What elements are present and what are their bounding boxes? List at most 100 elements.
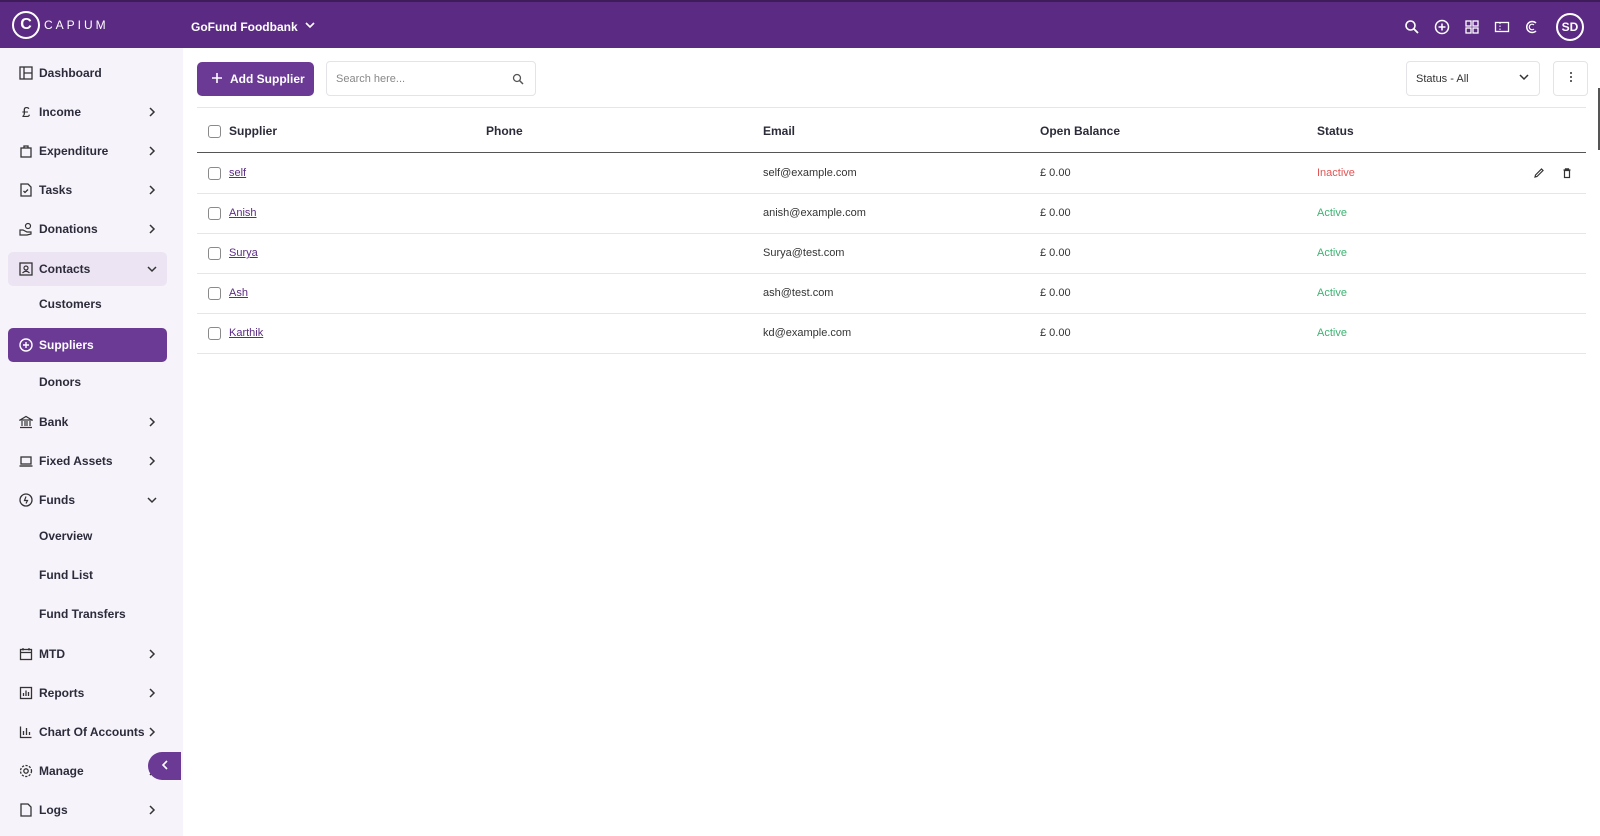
sidebar-item-fixed-assets[interactable]: Fixed Assets bbox=[8, 444, 167, 478]
table-row[interactable]: Surya Surya@test.com £ 0.00 Active bbox=[197, 234, 1586, 274]
organization-switcher[interactable]: GoFund Foodbank bbox=[191, 19, 316, 34]
sidebar-subitem-donors[interactable]: Donors bbox=[39, 375, 81, 389]
edit-pencil-icon[interactable] bbox=[1532, 166, 1546, 180]
reports-icon bbox=[18, 685, 34, 701]
sidebar-subitem-customers[interactable]: Customers bbox=[39, 297, 102, 311]
sidebar-item-income[interactable]: £ Income bbox=[8, 95, 167, 129]
sidebar-item-contacts[interactable]: Contacts bbox=[8, 252, 167, 286]
column-header-phone[interactable]: Phone bbox=[486, 124, 523, 138]
search-icon[interactable] bbox=[1402, 17, 1422, 37]
sidebar-item-tasks[interactable]: Tasks bbox=[8, 173, 167, 207]
plus-icon bbox=[211, 72, 223, 87]
row-checkbox[interactable] bbox=[208, 327, 221, 340]
status-filter-select[interactable]: Status - All bbox=[1406, 61, 1540, 96]
table-header: Supplier Phone Email Open Balance Status bbox=[197, 108, 1586, 153]
add-circle-icon bbox=[18, 337, 34, 353]
status-cell: Active bbox=[1317, 247, 1347, 259]
status-cell: Active bbox=[1317, 287, 1347, 299]
logs-icon bbox=[18, 802, 34, 818]
plus-circle-icon[interactable] bbox=[1432, 17, 1452, 37]
sidebar-item-reports[interactable]: Reports bbox=[8, 676, 167, 710]
chevron-right-icon bbox=[145, 803, 159, 817]
table-row[interactable]: Karthik kd@example.com £ 0.00 Active bbox=[197, 314, 1586, 354]
sidebar-item-label: Income bbox=[39, 105, 82, 119]
search-box bbox=[326, 61, 536, 96]
sidebar-item-expenditure[interactable]: Expenditure bbox=[8, 134, 167, 168]
sidebar-item-label: Funds bbox=[39, 493, 75, 507]
calendar-icon bbox=[18, 646, 34, 662]
sidebar-item-chart-of-accounts[interactable]: Chart Of Accounts bbox=[8, 715, 167, 749]
column-header-supplier[interactable]: Supplier bbox=[229, 124, 277, 138]
supplier-name-link[interactable]: self bbox=[229, 167, 246, 179]
sidebar-item-funds[interactable]: Funds bbox=[8, 483, 167, 517]
table-row[interactable]: self self@example.com £ 0.00 Inactive bbox=[197, 154, 1586, 194]
chevron-right-icon bbox=[145, 183, 159, 197]
sidebar-item-suppliers[interactable]: Suppliers bbox=[8, 328, 167, 362]
chevron-right-icon bbox=[145, 454, 159, 468]
select-all-checkbox[interactable] bbox=[208, 125, 221, 138]
more-options-button[interactable] bbox=[1553, 61, 1588, 96]
column-header-email[interactable]: Email bbox=[763, 124, 795, 138]
row-checkbox[interactable] bbox=[208, 207, 221, 220]
search-icon[interactable] bbox=[511, 72, 525, 86]
sidebar-item-mtd[interactable]: MTD bbox=[8, 637, 167, 671]
sidebar-subitem-overview[interactable]: Overview bbox=[39, 529, 92, 543]
email-cell: anish@example.com bbox=[763, 207, 866, 219]
delete-trash-icon[interactable] bbox=[1560, 166, 1574, 180]
table-row[interactable]: Ash ash@test.com £ 0.00 Active bbox=[197, 274, 1586, 314]
sidebar-item-manage[interactable]: Manage bbox=[8, 754, 167, 788]
chevron-down-icon bbox=[304, 19, 316, 34]
sidebar-subitem-fund-transfers[interactable]: Fund Transfers bbox=[39, 607, 126, 621]
supplier-name-link[interactable]: Surya bbox=[229, 247, 258, 259]
ticket-icon[interactable] bbox=[1492, 17, 1512, 37]
apps-grid-icon[interactable] bbox=[1462, 17, 1482, 37]
chevron-right-icon bbox=[145, 415, 159, 429]
search-input[interactable] bbox=[327, 72, 511, 85]
sidebar-item-logs[interactable]: Logs bbox=[8, 793, 167, 827]
sidebar-item-label: Chart Of Accounts bbox=[39, 725, 145, 739]
sidebar-subitem-fund-list[interactable]: Fund List bbox=[39, 568, 93, 582]
row-checkbox[interactable] bbox=[208, 287, 221, 300]
chart-icon bbox=[18, 724, 34, 740]
user-avatar[interactable]: SD bbox=[1556, 13, 1584, 41]
balance-cell: £ 0.00 bbox=[1040, 287, 1071, 299]
sidebar-item-label: Logs bbox=[39, 803, 68, 817]
capium-c-icon[interactable] bbox=[1522, 17, 1542, 37]
supplier-name-link[interactable]: Anish bbox=[229, 207, 257, 219]
column-header-status[interactable]: Status bbox=[1317, 124, 1354, 138]
top-bar: C CAPIUM GoFund Foodbank SD bbox=[0, 0, 1600, 48]
status-filter-value: Status - All bbox=[1416, 72, 1469, 85]
column-header-open-balance[interactable]: Open Balance bbox=[1040, 124, 1120, 138]
row-checkbox[interactable] bbox=[208, 247, 221, 260]
chevron-right-icon bbox=[145, 725, 159, 739]
collapse-sidebar-button[interactable] bbox=[148, 752, 181, 780]
sidebar-item-label: Reports bbox=[39, 686, 85, 700]
capium-logo[interactable]: C CAPIUM bbox=[12, 11, 109, 39]
sidebar-item-bank[interactable]: Bank bbox=[8, 405, 167, 439]
logo-text: CAPIUM bbox=[44, 18, 109, 32]
sidebar-item-donations[interactable]: Donations bbox=[8, 212, 167, 246]
organization-name: GoFund Foodbank bbox=[191, 19, 298, 34]
row-checkbox[interactable] bbox=[208, 167, 221, 180]
balance-cell: £ 0.00 bbox=[1040, 247, 1071, 259]
supplier-name-link[interactable]: Ash bbox=[229, 287, 248, 299]
sidebar-item-label: Bank bbox=[39, 415, 69, 429]
sidebar-item-label: MTD bbox=[39, 647, 65, 661]
email-cell: self@example.com bbox=[763, 167, 857, 179]
supplier-name-link[interactable]: Karthik bbox=[229, 327, 263, 339]
dashboard-icon bbox=[18, 65, 34, 81]
table-row[interactable]: Anish anish@example.com £ 0.00 Active bbox=[197, 194, 1586, 234]
kebab-menu-icon bbox=[1569, 70, 1573, 88]
sidebar-item-label: Tasks bbox=[39, 183, 73, 197]
add-supplier-button[interactable]: Add Supplier bbox=[197, 62, 314, 96]
sidebar-item-label: Donations bbox=[39, 222, 98, 236]
chevron-left-icon bbox=[160, 757, 170, 775]
bag-icon bbox=[18, 143, 34, 159]
chevron-down-icon bbox=[145, 262, 159, 276]
chevron-right-icon bbox=[145, 144, 159, 158]
logo-mark: C bbox=[12, 11, 40, 39]
row-actions bbox=[1532, 166, 1574, 180]
sidebar-item-dashboard[interactable]: Dashboard bbox=[8, 56, 167, 90]
laptop-icon bbox=[18, 453, 34, 469]
tasks-icon bbox=[18, 182, 34, 198]
